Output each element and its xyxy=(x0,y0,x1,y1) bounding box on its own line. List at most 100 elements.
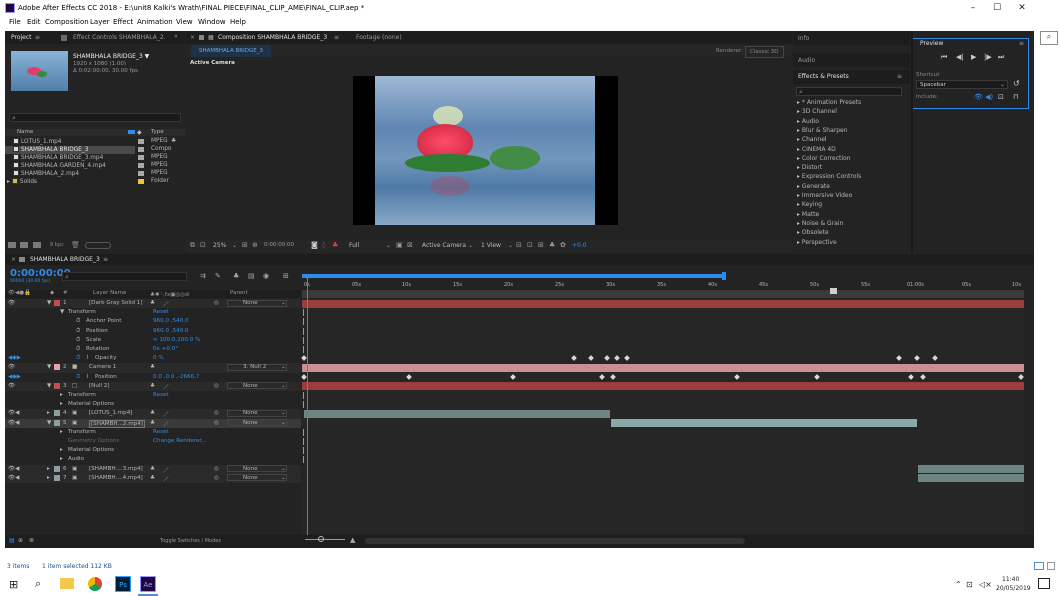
layer-row[interactable]: 👁◀ ▸ 7 ▣ [SHAMBH....4.mp4] ♣ ／ ◎ None ⌄ xyxy=(5,473,301,483)
property-value[interactable]: 960.0 ,540.0 xyxy=(153,328,189,334)
keyframe[interactable] xyxy=(814,373,820,380)
menu-layer[interactable]: Layer xyxy=(90,18,110,26)
visibility-eye-icon[interactable]: 👁◀ xyxy=(8,420,19,426)
keyframe-navigator-icon[interactable]: ◀◆▶ xyxy=(8,355,21,361)
composition-tab[interactable]: Composition SHAMBHALA BRIDGE_3 xyxy=(218,34,327,41)
expand-arrow-icon[interactable]: ▼ xyxy=(47,300,51,306)
new-comp-icon[interactable] xyxy=(33,242,41,248)
keyframe[interactable] xyxy=(301,373,307,380)
fast-previews-icon[interactable]: ⊡ xyxy=(527,241,533,249)
project-item[interactable]: LOTUS_1.mp4 MPEG ♣ xyxy=(5,138,185,146)
snapshot-camera-icon[interactable]: ◙ xyxy=(311,241,318,249)
layer-name[interactable]: [Dark Gray Solid 1] xyxy=(89,300,143,306)
effect-category[interactable]: ▸ * Animation Presets xyxy=(797,99,861,106)
layer-duration-bar[interactable] xyxy=(302,382,1024,391)
property-row[interactable]: ⏱ Position 960.0 ,540.0 xyxy=(5,327,301,336)
effects-menu[interactable]: ≡ xyxy=(897,73,902,80)
stopwatch-icon[interactable]: ⏱ xyxy=(76,318,80,325)
3d-layer-icon[interactable]: ◎ xyxy=(214,383,219,389)
effect-category[interactable]: ▸ Audio xyxy=(797,118,819,125)
comp-mini-flowchart-icon[interactable]: ⇉ xyxy=(200,272,206,280)
menu-animation[interactable]: Animation xyxy=(137,18,173,26)
expand-arrow-icon[interactable]: ▸ xyxy=(60,456,63,462)
timeline-tab-menu[interactable]: ≡ xyxy=(103,256,108,263)
property-row[interactable]: ⏱ Anchor Point 960.0 ,540.0 xyxy=(5,317,301,326)
stopwatch-icon[interactable]: ⏱ xyxy=(76,337,80,344)
menu-composition[interactable]: Composition xyxy=(45,18,89,26)
expand-arrow-icon[interactable]: ▸ xyxy=(60,392,63,398)
project-item[interactable]: SHAMBHALA BRIDGE_3.mp4 MPEG xyxy=(5,154,185,162)
effect-category[interactable]: ▸ Channel xyxy=(797,136,827,143)
shy-switch-icon[interactable]: ♣ xyxy=(150,410,155,416)
shy-switch-icon[interactable]: ♣ xyxy=(150,364,155,370)
quality-switch-icon[interactable]: ／ xyxy=(163,383,169,391)
time-ruler[interactable]: 0s 05s 10s 15s 20s 25s 30s 35s 40s 45s 5… xyxy=(302,272,1024,298)
volume-icon[interactable]: ◁× xyxy=(979,580,992,589)
keyframe-navigator-icon[interactable]: ◀◆▶ xyxy=(8,374,21,380)
exposure-value[interactable]: +0.0 xyxy=(572,242,587,249)
footage-tab[interactable]: Footage (none) xyxy=(356,34,402,41)
project-item[interactable]: ▸ Solids Folder xyxy=(5,178,185,186)
property-value[interactable]: 0x +0.0° xyxy=(153,346,178,352)
parent-header[interactable]: Parent xyxy=(230,290,248,296)
menu-help[interactable]: Help xyxy=(230,18,246,26)
close-button[interactable]: ✕ xyxy=(1010,2,1034,15)
keyframe[interactable] xyxy=(914,355,920,362)
label-color[interactable] xyxy=(54,300,60,306)
fit-icon[interactable]: ⊞ xyxy=(242,241,248,249)
3d-layer-icon[interactable]: ◎ xyxy=(214,300,219,306)
property-group-row[interactable]: ▸ Material Options xyxy=(5,400,301,409)
close-tab-icon[interactable]: × xyxy=(11,256,16,263)
property-row[interactable]: ⏱ Scale ∞ 100.0,100.0 % xyxy=(5,336,301,345)
region-of-interest-icon[interactable]: ▣ xyxy=(396,241,403,249)
quality-switch-icon[interactable]: ／ xyxy=(163,300,169,308)
keyframe[interactable] xyxy=(604,355,610,362)
keyframe[interactable] xyxy=(920,373,926,380)
in-out-pane-icon[interactable]: ⊗ xyxy=(29,537,34,544)
graph-icon[interactable]: ⌇ xyxy=(86,374,89,380)
column-name[interactable]: Name xyxy=(17,129,33,135)
label-color[interactable] xyxy=(54,410,60,417)
marker-icon[interactable] xyxy=(830,288,837,294)
property-row[interactable]: ⏱ Rotation 0x +0.0° xyxy=(5,345,301,354)
visibility-eye-icon[interactable]: 👁◀ xyxy=(8,466,19,472)
keyframe[interactable] xyxy=(896,355,902,362)
effects-search-input[interactable]: ⌕ xyxy=(796,87,902,96)
stopwatch-icon[interactable]: ⏱ xyxy=(76,346,80,353)
effect-category[interactable]: ▸ Matte xyxy=(797,211,819,218)
label-color[interactable] xyxy=(54,364,60,371)
chevron-down-icon[interactable]: ⌄ xyxy=(232,242,237,249)
3d-layer-icon[interactable]: ◎ xyxy=(214,420,219,426)
3d-layer-icon[interactable]: ◎ xyxy=(214,410,219,416)
layer-name-header[interactable]: Layer Name xyxy=(93,290,126,296)
property-value[interactable]: ∞ 100.0,100.0 % xyxy=(153,337,200,343)
layer-duration-bar[interactable] xyxy=(304,409,610,418)
project-item[interactable]: SHAMBHALA_2.mp4 MPEG xyxy=(5,170,185,178)
property-group-row[interactable]: ▼ Transform Reset xyxy=(5,308,301,317)
expand-arrow-icon[interactable]: ▼ xyxy=(47,420,51,426)
column-type[interactable]: Type xyxy=(151,129,164,135)
expand-arrow-icon[interactable]: ▸ xyxy=(47,410,50,416)
windows-start-icon[interactable]: ⊞ xyxy=(9,578,18,591)
shy-switch-icon[interactable]: ♣ xyxy=(150,383,155,389)
renderer-button[interactable]: Classic 3D xyxy=(745,46,784,58)
horizontal-scrollbar[interactable] xyxy=(365,538,745,544)
project-tab[interactable]: Project xyxy=(11,34,32,41)
layer-row[interactable]: 👁 ▼ 3 □ [Null 2] ♣ ／ ◎ None ⌄ xyxy=(5,381,301,391)
reset-icon[interactable]: ↺ xyxy=(1013,79,1020,88)
keyframe[interactable] xyxy=(571,355,577,362)
stopwatch-active-icon[interactable]: ⏱ xyxy=(76,355,80,362)
project-tab-menu[interactable]: ≡ xyxy=(35,34,40,41)
first-frame-icon[interactable]: ⏮ xyxy=(941,53,947,62)
reset-link[interactable]: Reset xyxy=(153,392,169,398)
play-icon[interactable]: ▶ xyxy=(971,53,976,61)
chevron-down-icon[interactable]: ⌄ xyxy=(386,242,391,249)
layer-row[interactable]: 👁◀ ▸ 4 ▣ [LOTUS_1.mp4] ♣ ／ ◎ None ⌄ xyxy=(5,409,301,419)
keyframe[interactable] xyxy=(734,373,740,380)
visibility-eye-icon[interactable]: 👁◀ xyxy=(8,410,19,416)
color-channels-icon[interactable]: ♣ xyxy=(332,241,338,249)
layer-name[interactable]: [SHAMBH....3.mp4] xyxy=(89,466,143,472)
next-frame-icon[interactable]: |▶ xyxy=(984,53,992,61)
bpc-label[interactable]: 8 bpc xyxy=(50,242,64,248)
transparency-grid-icon[interactable]: ⊠ xyxy=(407,241,413,249)
